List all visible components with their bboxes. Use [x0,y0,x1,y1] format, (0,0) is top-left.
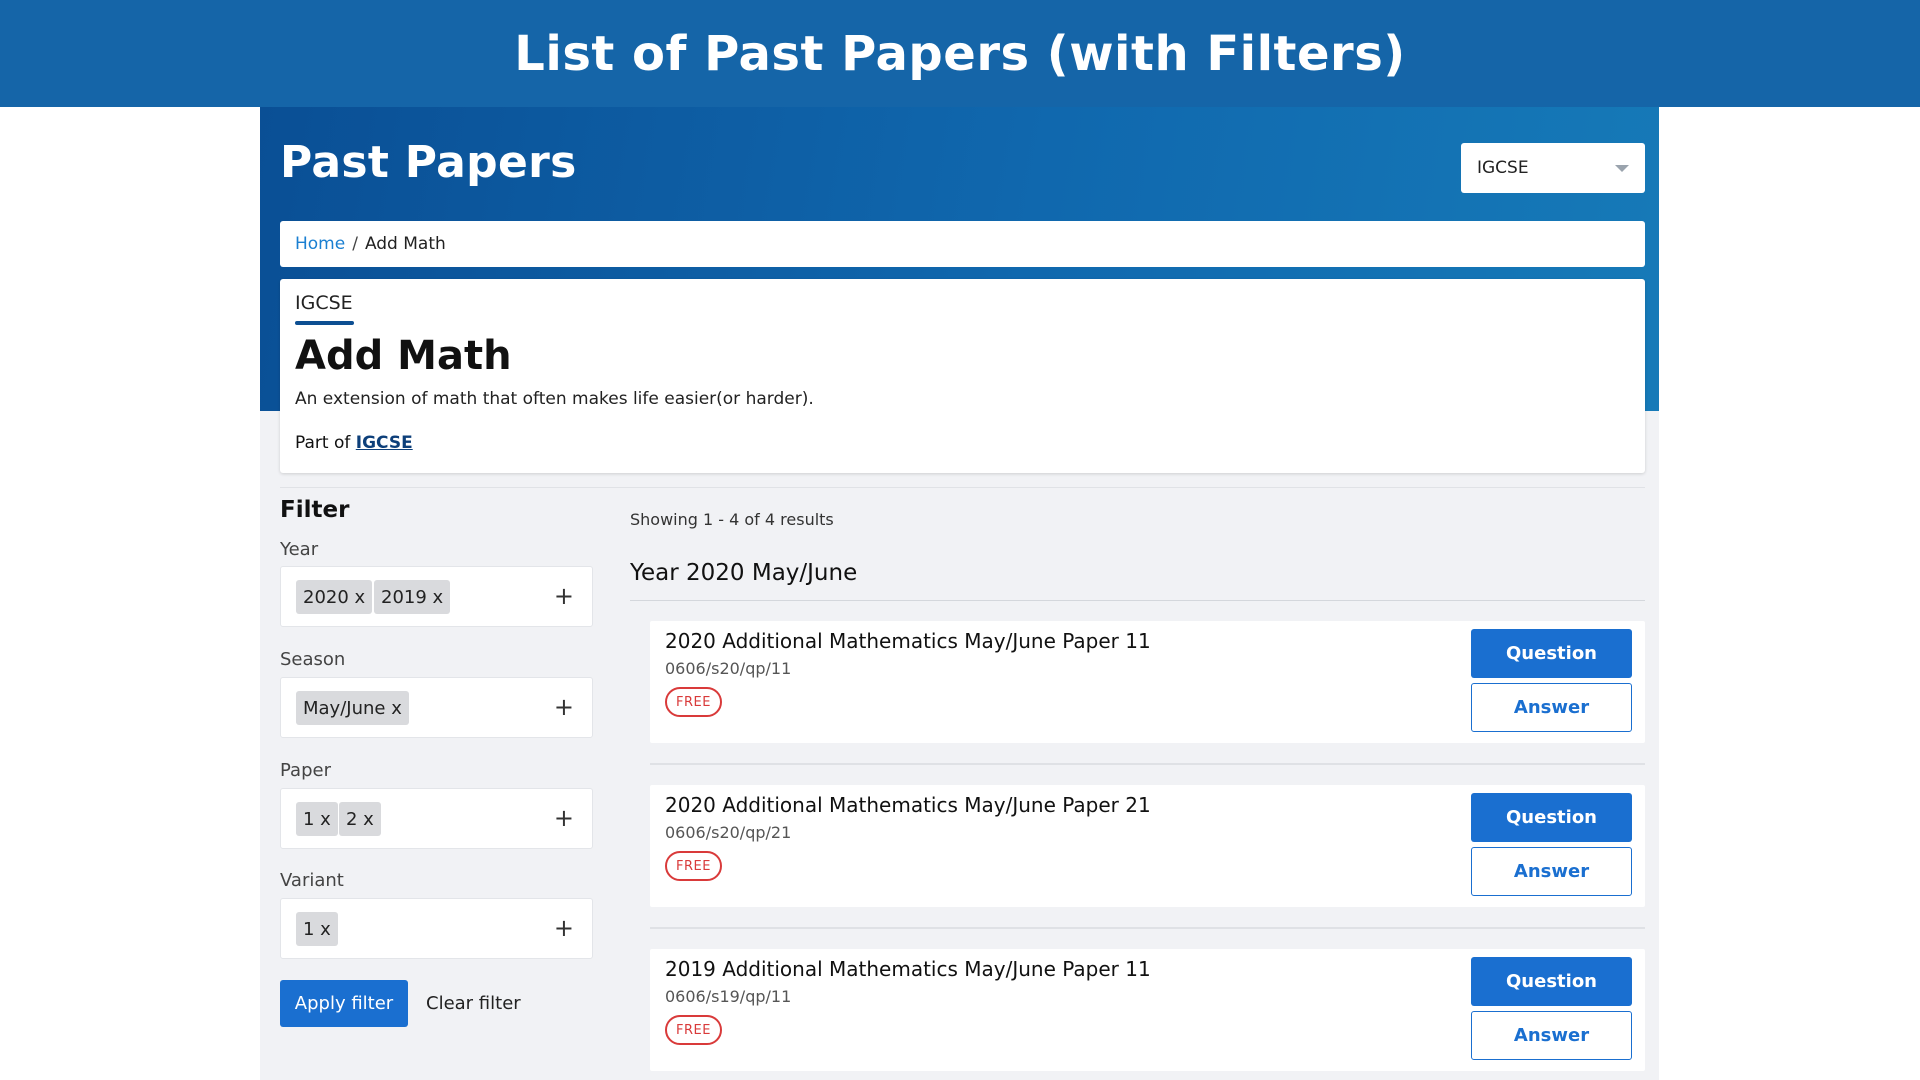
page-title: Past Papers [280,137,577,188]
filter-paper-box[interactable]: 1 x 2 x + [280,788,593,849]
paper-card: 2020 Additional Mathematics May/June Pap… [650,785,1645,907]
free-badge: FREE [665,1015,722,1045]
paper-code: 0606/s19/qp/11 [665,987,792,1006]
answer-button[interactable]: Answer [1471,683,1632,732]
breadcrumb: Home / Add Math [280,221,1645,267]
section-divider [280,487,1645,488]
board-select[interactable]: IGCSE [1461,143,1645,193]
filter-chip-variant-1[interactable]: 1 x [296,912,338,946]
filter-label-paper: Paper [280,760,331,781]
breadcrumb-current: Add Math [364,234,446,254]
part-of-label: Part of [295,433,351,453]
breadcrumb-separator: / [352,234,358,254]
course-description: An extension of math that often makes li… [295,389,814,409]
course-tag-underline [295,321,354,325]
chevron-down-icon [1615,165,1629,172]
filter-chip-season-may-june[interactable]: May/June x [296,691,409,725]
results-group-heading: Year 2020 May/June [630,560,858,586]
filter-chip-year-2019[interactable]: 2019 x [374,580,451,614]
results-count: Showing 1 - 4 of 4 results [630,510,834,529]
filter-chip-paper-1[interactable]: 1 x [296,802,338,836]
filter-title: Filter [280,497,350,523]
card-divider [650,763,1645,765]
course-part-of: Part of IGCSE [295,433,413,453]
answer-button[interactable]: Answer [1471,847,1632,896]
filter-chip-paper-2[interactable]: 2 x [339,802,381,836]
filter-label-year: Year [280,539,319,560]
plus-icon[interactable]: + [554,913,574,943]
free-badge: FREE [665,687,722,717]
question-button[interactable]: Question [1471,629,1632,678]
filter-label-season: Season [280,649,346,670]
filter-season-box[interactable]: May/June x + [280,677,593,738]
paper-title[interactable]: 2020 Additional Mathematics May/June Pap… [665,629,1151,653]
plus-icon[interactable]: + [554,581,574,611]
filter-chip-year-2020[interactable]: 2020 x [296,580,373,614]
card-divider [650,927,1645,929]
board-select-value: IGCSE [1477,158,1529,178]
banner: List of Past Papers (with Filters) [0,0,1920,107]
clear-filter-button[interactable]: Clear filter [426,980,521,1027]
paper-card: 2020 Additional Mathematics May/June Pap… [650,621,1645,743]
part-of-link[interactable]: IGCSE [356,433,413,453]
question-button[interactable]: Question [1471,957,1632,1006]
course-card: IGCSE Add Math An extension of math that… [280,279,1645,473]
paper-title[interactable]: 2020 Additional Mathematics May/June Pap… [665,793,1151,817]
question-button[interactable]: Question [1471,793,1632,842]
plus-icon[interactable]: + [554,692,574,722]
answer-button[interactable]: Answer [1471,1011,1632,1060]
plus-icon[interactable]: + [554,803,574,833]
paper-code: 0606/s20/qp/11 [665,659,792,678]
course-title: Add Math [295,333,512,379]
filter-label-variant: Variant [280,870,344,891]
app-container: Past Papers IGCSE Home / Add Math IGCSE … [260,107,1659,1080]
banner-title: List of Past Papers (with Filters) [514,25,1406,82]
course-board-tag: IGCSE [295,292,353,314]
filter-variant-box[interactable]: 1 x + [280,898,593,959]
paper-card: 2019 Additional Mathematics May/June Pap… [650,949,1645,1071]
paper-code: 0606/s20/qp/21 [665,823,792,842]
apply-filter-button[interactable]: Apply filter [280,980,408,1027]
filter-year-box[interactable]: 2020 x 2019 x + [280,566,593,627]
group-divider [630,600,1645,601]
breadcrumb-home-link[interactable]: Home [295,234,345,254]
free-badge: FREE [665,851,722,881]
paper-title[interactable]: 2019 Additional Mathematics May/June Pap… [665,957,1151,981]
